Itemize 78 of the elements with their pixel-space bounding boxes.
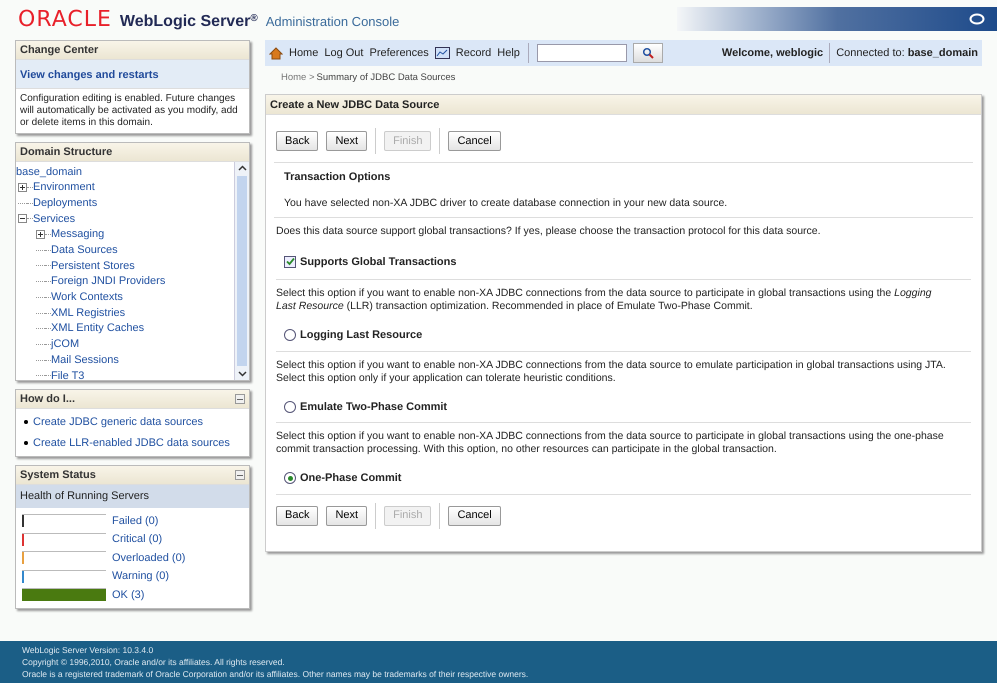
health-link[interactable]: OK (3): [112, 586, 144, 603]
tree-link[interactable]: Deployments: [33, 194, 98, 212]
scroll-up-icon[interactable]: [238, 165, 246, 171]
domain-name: base_domain: [908, 46, 978, 61]
tree-link[interactable]: jCOM: [51, 336, 80, 353]
tree-link[interactable]: Persistent Stores: [51, 258, 135, 274]
bullet-icon: [24, 440, 28, 445]
radio-label: Logging Last Resource: [300, 328, 422, 343]
scroll-down-icon[interactable]: [238, 371, 246, 377]
tree-link[interactable]: Work Contexts: [51, 289, 123, 306]
help-link[interactable]: Create LLR-enabled JDBC data sources: [33, 434, 230, 451]
panel-title: Domain Structure: [20, 144, 112, 160]
tree-link[interactable]: Mail Sessions: [51, 352, 119, 368]
toolbar-link[interactable]: Help: [497, 44, 520, 62]
health-subheader: Health of Running Servers: [16, 485, 249, 508]
chart-icon[interactable]: [434, 47, 450, 59]
oracle-ring-icon: [969, 13, 985, 25]
change-center-text: Configuration editing is enabled. Future changes will automatically be activated as you modify, add or delete items in this domain.: [19, 92, 239, 130]
toolbar-link[interactable]: Preferences: [369, 44, 429, 62]
scrollbar[interactable]: [234, 162, 249, 380]
option-description: Select this option if you want to enable non-XA JDBC connections from the data source to participate in global transactions using the one-phase commit transaction processing. With this option, no other resources can participate in the global transaction.: [276, 429, 945, 457]
tree-link[interactable]: Services: [33, 210, 76, 228]
search-icon: [642, 47, 654, 59]
section-intro: You have selected non-XA JDBC driver to create database connection in your new data source.: [284, 196, 728, 211]
bullet-icon: [24, 420, 28, 424]
footer-text: Copyright © 1996,2010, Oracle and/or its affiliates. All rights reserved.: [22, 656, 286, 668]
collapse-icon[interactable]: [18, 214, 27, 224]
wizard-button[interactable]: Back: [276, 506, 318, 526]
footer-text: Oracle is a registered trademark of Oracle Corporation and/or its affiliates. Other names may be trademarks of their respective owners.: [22, 668, 530, 680]
toolbar-link[interactable]: Home: [289, 44, 318, 62]
expand-icon[interactable]: [36, 230, 45, 240]
health-link[interactable]: Failed (0): [112, 512, 158, 529]
expand-icon[interactable]: [18, 183, 27, 192]
welcome-text: Welcome, weblogic: [722, 46, 824, 61]
radio-label: One-Phase Commit: [300, 471, 402, 486]
breadcrumb-current: Summary of JDBC Data Sources: [316, 71, 456, 85]
wizard-button[interactable]: Cancel: [448, 506, 501, 526]
home-icon[interactable]: [269, 46, 283, 60]
tree-link[interactable]: Messaging: [51, 226, 104, 243]
option-description: Select this option if you want to enable non-XA JDBC connections from the data source to participate in global transactions using the Logging Last Resource (LLR) transaction optimization. Recommended in place of Emulate Two-Phase Commit.: [276, 286, 932, 314]
product-name: WebLogic Server$^{®}$: [120, 12, 258, 32]
wizard-button[interactable]: Cancel: [448, 131, 501, 152]
wizard-button[interactable]: Next: [326, 131, 368, 152]
help-link[interactable]: Create JDBC generic data sources: [33, 414, 203, 430]
brand-logo: ORACLE: [18, 6, 112, 34]
console-name: Administration Console: [266, 12, 400, 30]
health-link[interactable]: Overloaded (0): [112, 550, 186, 566]
toolbar-link[interactable]: Log Out: [324, 44, 364, 62]
footer-text: WebLogic Server Version: 10.3.4.0: [22, 644, 154, 656]
panel-title: System Status: [20, 468, 96, 483]
radio-button[interactable]: [284, 329, 296, 342]
health-link[interactable]: Warning (0): [112, 568, 170, 584]
checkbox[interactable]: [284, 256, 296, 268]
toolbar-link[interactable]: Record: [456, 44, 492, 62]
connected-label: Connected to:: [836, 46, 905, 61]
panel-title: Create a New JDBC Data Source: [270, 98, 440, 112]
panel-title: How do I...: [20, 392, 75, 407]
radio-label: Emulate Two-Phase Commit: [300, 400, 448, 414]
tree-root[interactable]: base_domain: [16, 164, 234, 180]
tree-link[interactable]: Data Sources: [51, 242, 118, 259]
panel-title: Change Center: [20, 42, 98, 58]
search-button[interactable]: [632, 43, 663, 63]
tree-link[interactable]: File T3: [51, 368, 84, 380]
option-description: Does this data source support global transactions? If yes, please choose the transaction protocol for this data source.: [276, 224, 822, 238]
tree-link[interactable]: XML Entity Caches: [51, 320, 144, 337]
tree-link[interactable]: Environment: [33, 179, 95, 196]
wizard-button[interactable]: Next: [326, 506, 368, 526]
option-description: Select this option if you want to enable non-XA JDBC connections from the data source to emulate participation in global transactions using JTA. Select this option only if your application can tolerate heuristic conditions.: [276, 358, 947, 386]
radio-button[interactable]: [284, 472, 296, 484]
wizard-button[interactable]: Back: [276, 131, 318, 152]
search-field[interactable]: [536, 44, 627, 62]
breadcrumb-link[interactable]: Home >: [281, 71, 315, 86]
health-link[interactable]: Critical (0): [112, 531, 162, 548]
radio-button[interactable]: [284, 400, 296, 413]
tree-link[interactable]: Foreign JNDI Providers: [51, 273, 166, 290]
checkbox-label: Supports Global Transactions: [300, 254, 456, 270]
tree-link[interactable]: XML Registries: [51, 304, 126, 322]
section-title: Transaction Options: [284, 170, 392, 186]
